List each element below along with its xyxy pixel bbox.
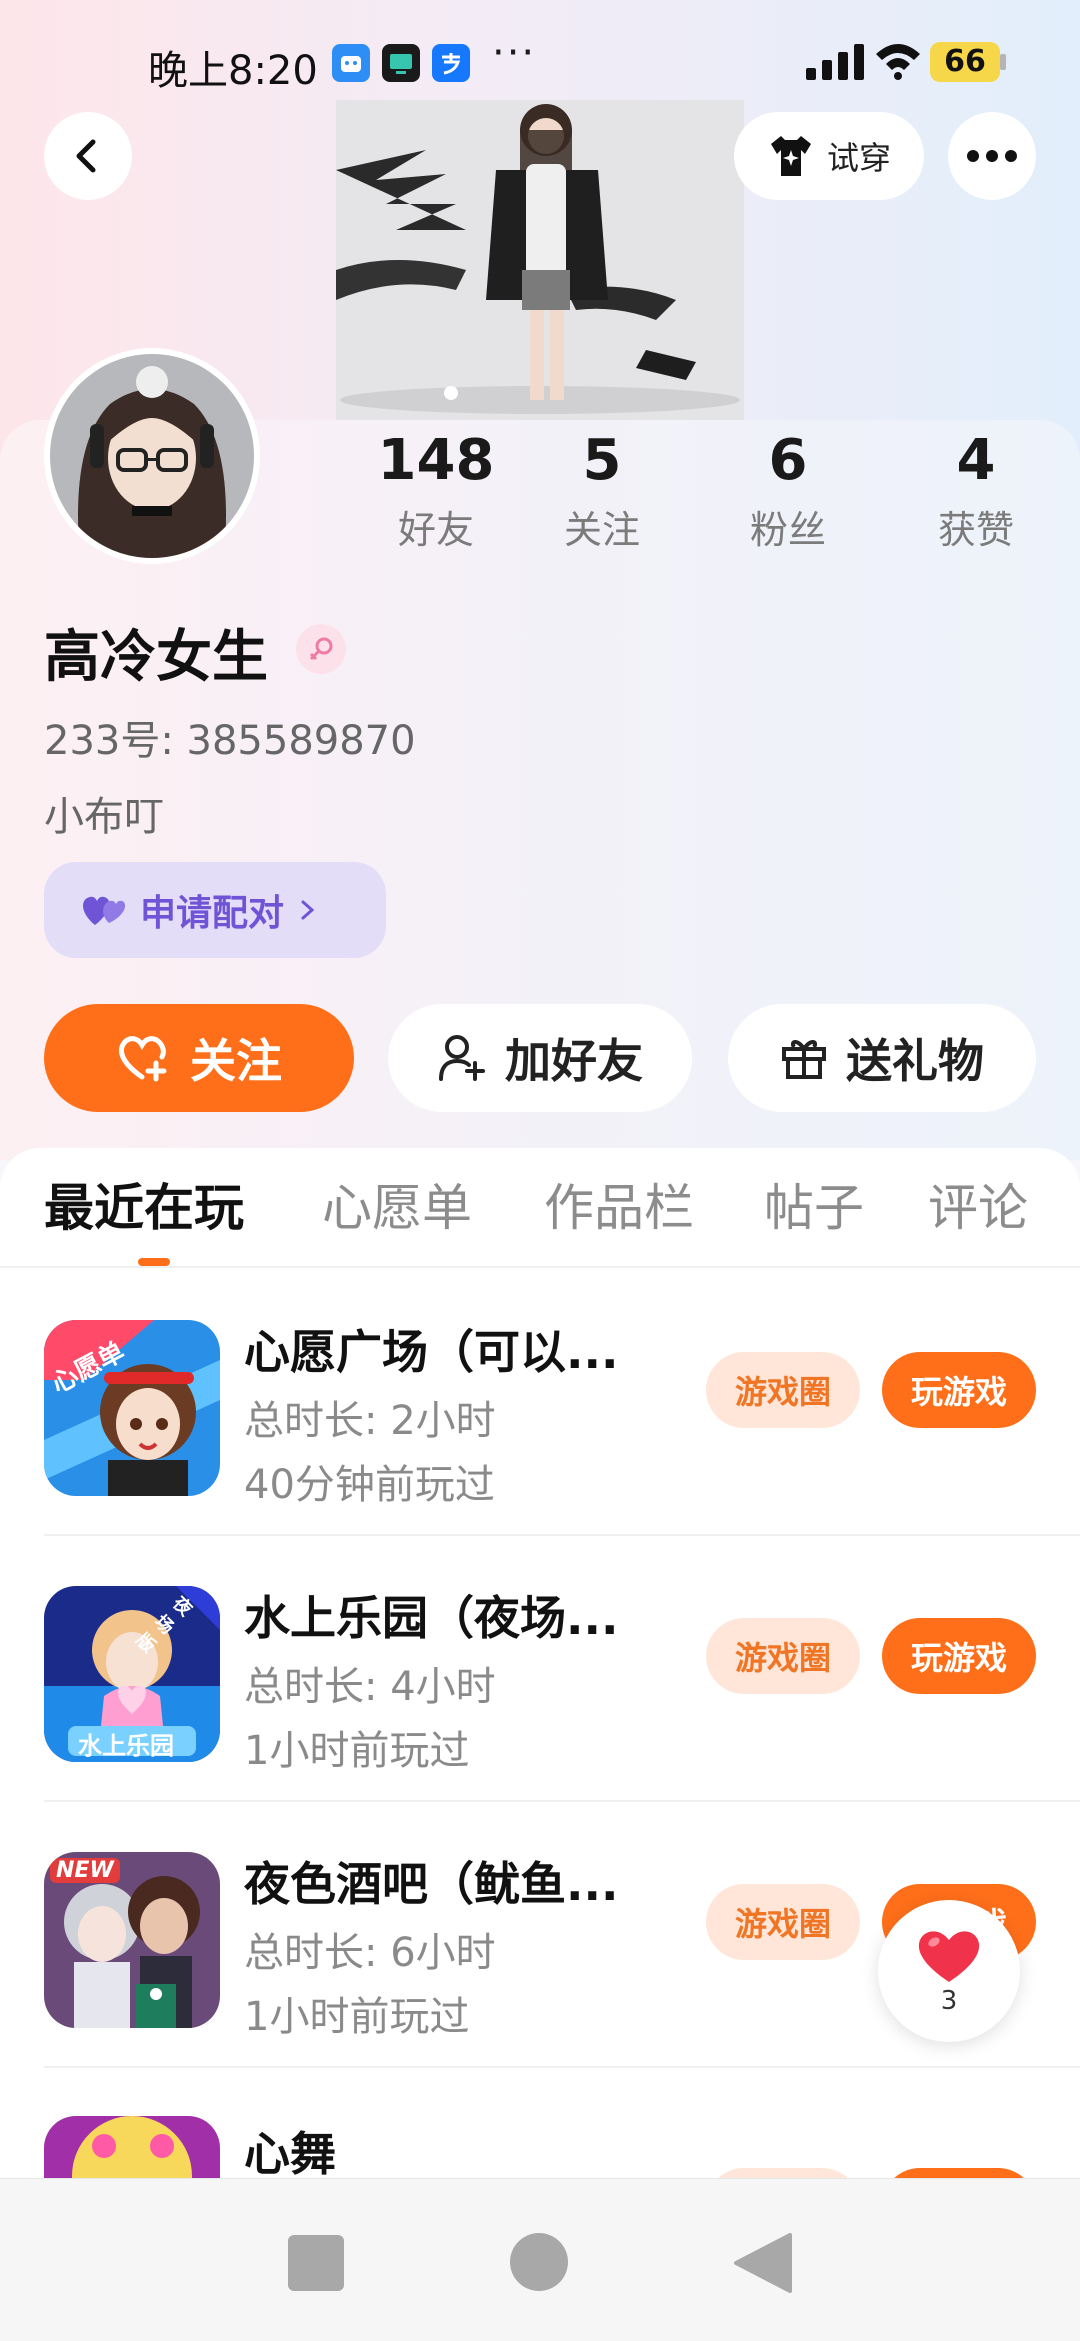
avatar[interactable]: [44, 348, 260, 564]
apply-pair-label: 申请配对: [140, 893, 285, 934]
game-icon-text: 水上乐园: [78, 1732, 174, 1760]
tab-divider: [0, 1266, 1080, 1268]
send-gift-label: 送礼物: [846, 1034, 984, 1088]
carousel-dot: [444, 386, 458, 400]
stat-following-label: 关注: [563, 508, 640, 552]
female-gender-icon: [296, 624, 346, 674]
tab-recently-played[interactable]: 最近在玩: [44, 1168, 244, 1240]
game-circle-button[interactable]: 游戏圈: [706, 1884, 860, 1960]
game-circle-button[interactable]: 游戏圈: [706, 1618, 860, 1694]
notification-alipay-icon: [432, 44, 470, 82]
signal-icon: [806, 44, 864, 80]
tab-comments[interactable]: 评论: [928, 1168, 1028, 1240]
play-game-button[interactable]: 玩游戏: [882, 1352, 1036, 1428]
game-row[interactable]: 水上乐园 夜场版 水上乐园（夜场... 总时长: 4小时 1小时前玩过 游戏圈 …: [0, 1536, 1080, 1802]
gift-icon: [782, 1040, 826, 1079]
active-tab-indicator: [138, 1258, 170, 1266]
apply-pair-button[interactable]: 申请配对: [44, 862, 386, 958]
stat-fans-count: 6: [768, 428, 808, 493]
try-on-label: 试穿: [826, 139, 891, 177]
recent-apps-icon[interactable]: [286, 2233, 346, 2293]
stat-likes-count: 4: [956, 428, 996, 493]
notification-app-icon: [332, 44, 370, 82]
like-count: 3: [940, 1986, 958, 2016]
back-triangle-icon[interactable]: [732, 2231, 794, 2295]
play-game-button[interactable]: 玩游戏: [882, 1618, 1036, 1694]
game-icon-badge: NEW: [50, 1858, 120, 1883]
stat-friends[interactable]: 148 好友: [356, 428, 516, 554]
stat-likes-label: 获赞: [937, 508, 1014, 552]
user-id: 233号: 385589870: [44, 718, 416, 764]
game-icon-wish-plaza[interactable]: 心愿单: [44, 1320, 220, 1496]
play-game-button[interactable]: [882, 2168, 1036, 2178]
send-gift-button[interactable]: 送礼物: [728, 1004, 1036, 1112]
game-row[interactable]: 心舞: [0, 2068, 1080, 2178]
game-row[interactable]: 心愿单 心愿广场（可以... 总时长: 2小时 40分钟前玩过 游戏圈 玩游戏: [0, 1270, 1080, 1536]
battery-tip: [1000, 54, 1006, 70]
stat-following-count: 5: [582, 428, 622, 493]
avatar-showcase-image[interactable]: [336, 100, 744, 420]
back-button[interactable]: [44, 112, 132, 200]
profile-tabs: 最近在玩 心愿单 作品栏 帖子 评论: [0, 1168, 1080, 1268]
stat-friends-count: 148: [377, 428, 495, 493]
game-icon-water-park[interactable]: 水上乐园 夜场版: [44, 1586, 220, 1762]
tab-wishlist[interactable]: 心愿单: [322, 1168, 472, 1240]
paired-hearts-icon: [83, 896, 126, 925]
status-more-dots: ···: [492, 30, 537, 76]
more-horizontal-icon: [967, 150, 1017, 162]
stat-fans-label: 粉丝: [749, 508, 826, 552]
game-last-played: 1小时前玩过: [244, 1994, 470, 2040]
status-time: 晚上8:20: [148, 48, 318, 94]
heart-plus-icon: [118, 1036, 167, 1082]
stat-likes[interactable]: 4 获赞: [896, 428, 1056, 554]
stat-following[interactable]: 5 关注: [522, 428, 682, 554]
game-duration: 总时长: 6小时: [244, 1930, 496, 1976]
follow-label: 关注: [190, 1034, 282, 1088]
add-friend-button[interactable]: 加好友: [388, 1004, 692, 1112]
system-navigation-bar: [0, 2178, 1080, 2341]
chevron-left-icon: [76, 139, 96, 173]
add-user-icon: [439, 1035, 485, 1081]
tab-works[interactable]: 作品栏: [544, 1168, 694, 1240]
username: 高冷女生: [44, 625, 268, 690]
wifi-icon: [876, 44, 920, 80]
game-last-played: 40分钟前玩过: [244, 1462, 495, 1508]
game-circle-button[interactable]: 游戏圈: [706, 1352, 860, 1428]
follow-button[interactable]: 关注: [44, 1004, 354, 1112]
notification-tv-icon: [382, 44, 420, 82]
chevron-right-icon: [301, 900, 315, 920]
home-icon[interactable]: [508, 2231, 570, 2293]
game-last-played: 1小时前玩过: [244, 1728, 470, 1774]
tab-posts[interactable]: 帖子: [764, 1168, 864, 1240]
game-title: 水上乐园（夜场...: [244, 1591, 619, 1645]
game-duration: 总时长: 2小时: [244, 1398, 496, 1444]
battery-indicator: 66: [930, 42, 1000, 82]
tshirt-icon: [770, 136, 811, 176]
more-options-button[interactable]: [948, 112, 1036, 200]
game-duration: 总时长: 4小时: [244, 1664, 496, 1710]
heart-icon: [918, 1931, 980, 1982]
game-title: 心愿广场（可以...: [244, 1325, 619, 1379]
game-circle-button[interactable]: [706, 2168, 860, 2178]
try-on-button[interactable]: 试穿: [734, 112, 924, 200]
user-signature: 小布叮: [44, 794, 164, 840]
game-title: 心舞: [244, 2127, 336, 2178]
stat-fans[interactable]: 6 粉丝: [708, 428, 868, 554]
stat-friends-label: 好友: [397, 508, 474, 552]
floating-like-button[interactable]: 3: [878, 1900, 1020, 2042]
game-icon-night-bar[interactable]: NEW: [44, 1852, 220, 2028]
add-friend-label: 加好友: [505, 1034, 643, 1088]
game-icon-heart-dance[interactable]: [44, 2116, 220, 2178]
game-title: 夜色酒吧（鱿鱼...: [244, 1857, 619, 1911]
